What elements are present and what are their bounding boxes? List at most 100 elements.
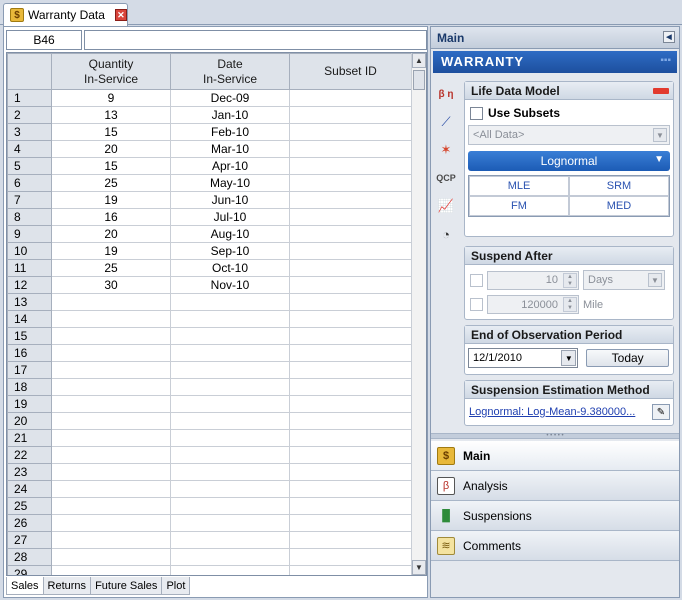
quantity-cell[interactable]: 20	[51, 140, 171, 158]
row-number[interactable]: 8	[7, 208, 52, 226]
formula-input[interactable]	[84, 30, 427, 50]
date-cell[interactable]	[170, 497, 290, 515]
subset-id-cell[interactable]	[289, 446, 412, 464]
sheet-tab-plot[interactable]: Plot	[161, 577, 191, 595]
today-button[interactable]: Today	[586, 349, 669, 367]
date-cell[interactable]	[170, 310, 290, 328]
subset-id-cell[interactable]	[289, 412, 412, 430]
date-cell[interactable]	[170, 548, 290, 566]
row-number[interactable]: 15	[7, 327, 52, 345]
nav-analysis[interactable]: β Analysis	[431, 471, 679, 501]
date-cell[interactable]	[170, 344, 290, 362]
quantity-cell[interactable]	[51, 293, 171, 311]
row-number[interactable]: 6	[7, 174, 52, 192]
quantity-cell[interactable]	[51, 497, 171, 515]
subset-id-cell[interactable]	[289, 157, 412, 175]
gauge-icon[interactable]: ◔	[435, 223, 457, 245]
row-number[interactable]: 14	[7, 310, 52, 328]
quantity-cell[interactable]	[51, 565, 171, 575]
subset-id-cell[interactable]	[289, 480, 412, 498]
row-number[interactable]: 25	[7, 497, 52, 515]
subset-id-cell[interactable]	[289, 225, 412, 243]
row-number[interactable]: 18	[7, 378, 52, 396]
quantity-cell[interactable]	[51, 327, 171, 345]
row-number[interactable]: 4	[7, 140, 52, 158]
quantity-cell[interactable]: 25	[51, 259, 171, 277]
quantity-cell[interactable]	[51, 378, 171, 396]
column-header-date[interactable]: Date In-Service	[170, 53, 290, 90]
subset-id-cell[interactable]	[289, 191, 412, 209]
date-cell[interactable]: Dec-09	[170, 89, 290, 107]
end-date-picker[interactable]: 12/1/2010 ▼	[468, 348, 579, 368]
date-cell[interactable]: Feb-10	[170, 123, 290, 141]
subset-id-cell[interactable]	[289, 565, 412, 575]
row-number[interactable]: 28	[7, 548, 52, 566]
dropdown-arrow-icon[interactable]: ▼	[654, 154, 664, 165]
date-cell[interactable]: Mar-10	[170, 140, 290, 158]
subset-id-cell[interactable]	[289, 293, 412, 311]
panel-splitter[interactable]: • • • • •	[431, 433, 679, 439]
sheet-tab-future-sales[interactable]: Future Sales	[90, 577, 163, 595]
subset-dropdown[interactable]: <All Data> ▼	[468, 125, 670, 145]
suspension-method-link[interactable]: Lognormal: Log-Mean-9.380000...	[469, 406, 647, 418]
distribution-button[interactable]: Lognormal ▼	[468, 151, 670, 171]
subset-id-cell[interactable]	[289, 310, 412, 328]
quantity-cell[interactable]	[51, 531, 171, 549]
quantity-cell[interactable]	[51, 344, 171, 362]
subset-id-cell[interactable]	[289, 463, 412, 481]
date-cell[interactable]	[170, 395, 290, 413]
method-srm-button[interactable]: SRM	[569, 176, 669, 196]
quantity-cell[interactable]: 19	[51, 191, 171, 209]
scroll-up-icon[interactable]: ▲	[412, 53, 426, 68]
date-cell[interactable]: Oct-10	[170, 259, 290, 277]
row-number[interactable]: 22	[7, 446, 52, 464]
subset-id-cell[interactable]	[289, 208, 412, 226]
quantity-cell[interactable]: 13	[51, 106, 171, 124]
scroll-thumb[interactable]	[413, 70, 425, 90]
row-number[interactable]: 23	[7, 463, 52, 481]
quantity-cell[interactable]	[51, 548, 171, 566]
date-cell[interactable]: Aug-10	[170, 225, 290, 243]
suspend-days-checkbox[interactable]	[470, 273, 483, 287]
quantity-cell[interactable]	[51, 429, 171, 447]
row-number[interactable]: 21	[7, 429, 52, 447]
plot-icon[interactable]: 📈	[435, 195, 457, 217]
date-cell[interactable]	[170, 429, 290, 447]
quantity-cell[interactable]	[51, 480, 171, 498]
spinner-icon[interactable]: ▲ ▼	[563, 272, 577, 288]
subset-id-cell[interactable]	[289, 531, 412, 549]
date-cell[interactable]	[170, 361, 290, 379]
use-subsets-checkbox[interactable]	[470, 106, 483, 120]
subset-id-cell[interactable]	[289, 259, 412, 277]
subset-id-cell[interactable]	[289, 174, 412, 192]
quantity-cell[interactable]	[51, 514, 171, 532]
row-number[interactable]: 17	[7, 361, 52, 379]
spinner-icon[interactable]: ▲ ▼	[563, 297, 577, 312]
subset-id-cell[interactable]	[289, 140, 412, 158]
date-cell[interactable]	[170, 412, 290, 430]
column-header-quantity[interactable]: Quantity In-Service	[51, 53, 171, 90]
data-grid[interactable]: Quantity In-Service Date In-Service Subs…	[6, 52, 427, 576]
subset-id-cell[interactable]	[289, 106, 412, 124]
date-cell[interactable]: Jan-10	[170, 106, 290, 124]
subset-id-cell[interactable]	[289, 514, 412, 532]
subset-id-cell[interactable]	[289, 361, 412, 379]
sheet-tab-returns[interactable]: Returns	[42, 577, 92, 595]
subset-id-cell[interactable]	[289, 276, 412, 294]
date-cell[interactable]: May-10	[170, 174, 290, 192]
date-cell[interactable]	[170, 378, 290, 396]
chevron-down-icon[interactable]: ▼	[648, 273, 662, 287]
method-med-button[interactable]: MED	[569, 196, 669, 216]
quantity-cell[interactable]: 30	[51, 276, 171, 294]
date-cell[interactable]	[170, 446, 290, 464]
nav-main[interactable]: $ Main	[431, 441, 679, 471]
quantity-cell[interactable]: 15	[51, 123, 171, 141]
row-number[interactable]: 1	[7, 89, 52, 107]
cell-reference-box[interactable]: B46	[6, 30, 82, 50]
quantity-cell[interactable]: 16	[51, 208, 171, 226]
date-cell[interactable]	[170, 327, 290, 345]
quantity-cell[interactable]: 19	[51, 242, 171, 260]
subset-id-cell[interactable]	[289, 344, 412, 362]
grid-corner[interactable]	[7, 53, 52, 90]
row-number[interactable]: 10	[7, 242, 52, 260]
